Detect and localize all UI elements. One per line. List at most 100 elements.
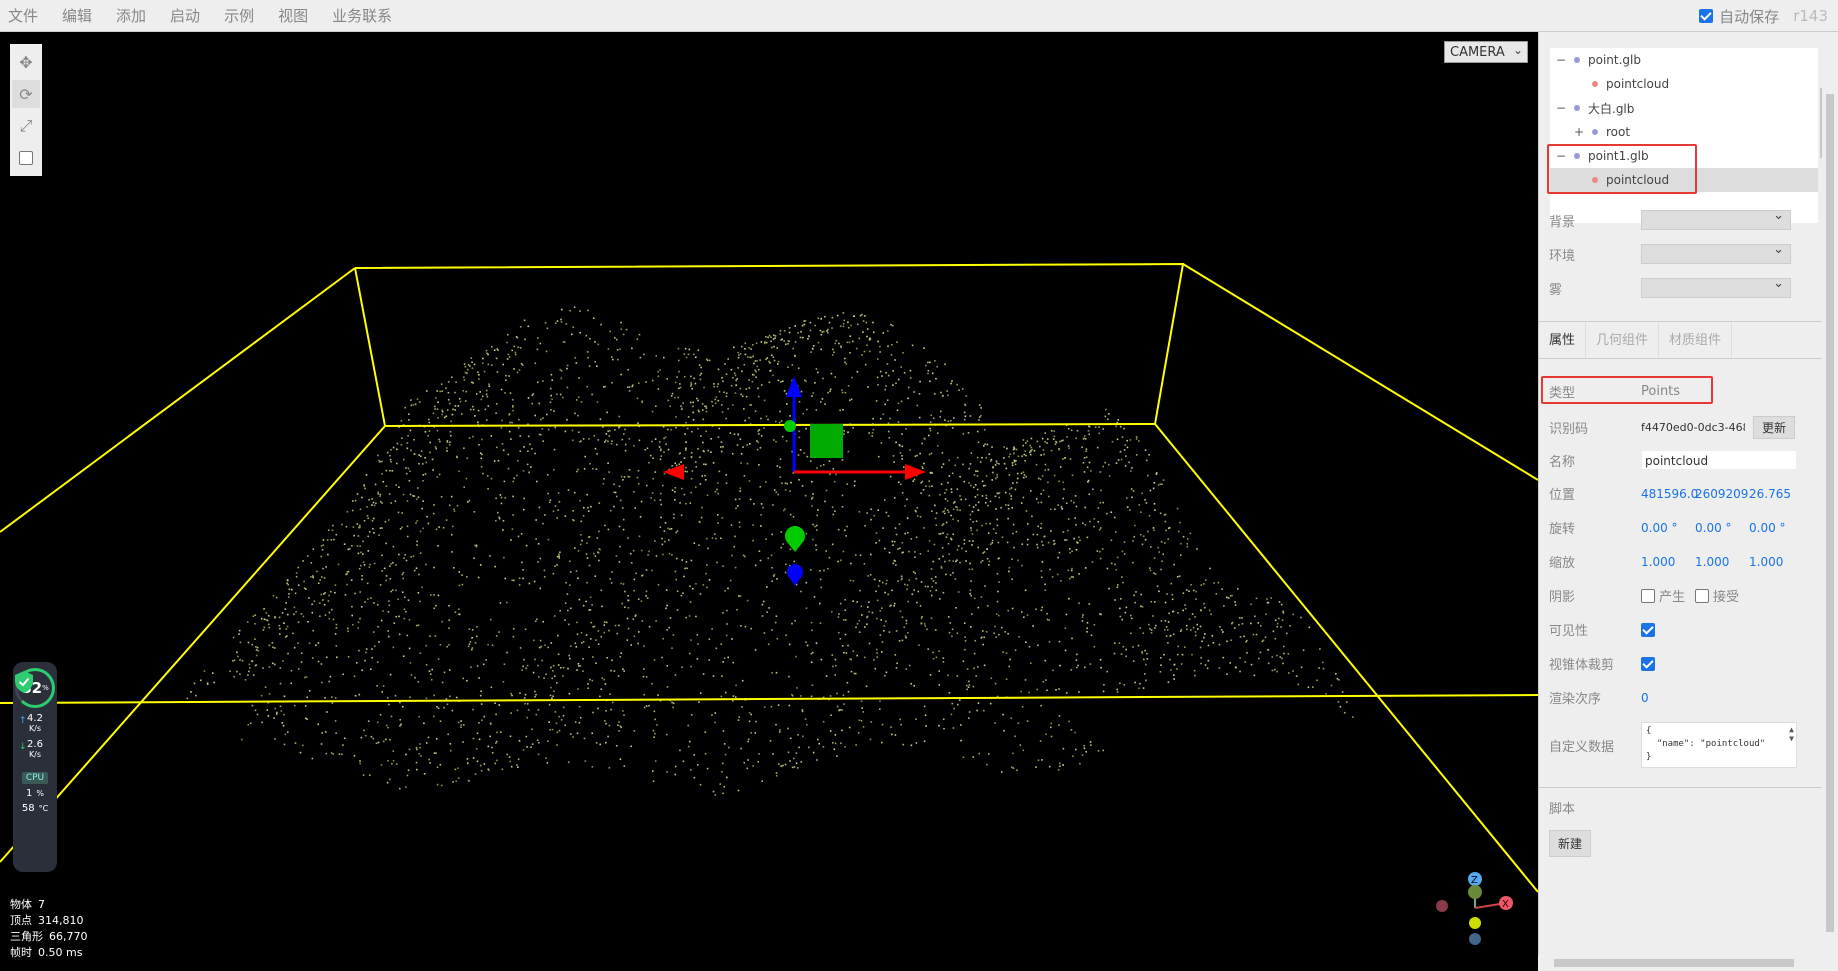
cast-shadow-checkbox[interactable] [1641,588,1655,603]
cpu-label: CPU [21,772,49,784]
autosave-checkbox[interactable] [1699,9,1714,23]
background-select[interactable] [1641,208,1791,230]
position-x[interactable]: 481596.0 [1641,487,1698,501]
move-icon[interactable]: ✥ [12,48,40,76]
scale-z[interactable]: 1.000 [1749,555,1803,569]
uuid-renew-button[interactable]: 更新 [1753,416,1796,439]
uuid-value: f4470ed0-0dc3-468 [1641,421,1745,434]
cpu-usage: 1% [26,788,44,799]
collapse-icon[interactable]: − [1554,101,1568,115]
highlight-box-type [1541,376,1713,404]
outliner-item-label: 大白.glb [1588,101,1635,116]
outliner-item-label: pointcloud [1606,77,1670,91]
properties-tabs: 属性 几何组件 材质组件 [1539,321,1838,359]
cpu-temperature: 58 °C [21,803,49,814]
cast-shadow-label: 产生 [1659,590,1686,605]
highlight-box-outliner [1547,144,1697,194]
tab-material[interactable]: 材质组件 [1659,322,1733,358]
fog-row: 雾 [1549,276,1791,298]
visible-row: 可见性 [1549,620,1655,639]
version-label: r143 [1793,7,1828,25]
object-dot-icon [1592,129,1598,135]
scale-icon[interactable]: ⤢ [12,112,40,140]
info-objects: 物体 7 [10,898,45,911]
position-row: 位置 481596.0 2609209. 26.765 [1549,484,1803,504]
environment-row: 环境 [1549,242,1791,264]
fog-select[interactable] [1641,276,1791,298]
system-monitor-widget: 82% ↑ 4.2 K/s ↓ 2.6 K/s CPU 1% 58 °C [13,662,57,872]
userdata-row: 自定义数据 { "name": "pointcloud" } ▲ ▼ [1549,722,1797,768]
script-label: 脚本 [1549,802,1576,817]
expand-icon[interactable]: + [1572,125,1586,139]
camera-select-value: CAMERA [1450,44,1505,60]
outliner-item-label: root [1606,125,1631,139]
receive-shadow-checkbox[interactable] [1695,588,1710,603]
menu-examples[interactable]: 示例 [212,0,266,32]
axis-helper-z-label: Z [1471,875,1478,886]
object-dot-icon [1592,81,1598,87]
info-frametime: 帧时 0.50 ms [10,946,83,959]
shield-icon [15,671,33,693]
frustum-culled-checkbox[interactable] [1641,656,1655,671]
gizmo-y-handle-top [784,420,796,432]
collapse-icon[interactable]: − [1554,53,1568,67]
camera-select[interactable]: CAMERA ⌄ [1444,41,1528,63]
menu-file[interactable]: 文件 [0,0,50,32]
bounding-box [0,262,1538,893]
outliner-item[interactable]: + root [1550,120,1818,144]
bbox-right-back-edge [1182,263,1538,481]
name-input[interactable]: pointcloud [1641,450,1797,470]
scale-row: 缩放 1.000 1.000 1.000 [1549,552,1803,572]
render-order-value[interactable]: 0 [1641,691,1649,705]
local-space-checkbox[interactable] [12,144,40,172]
script-section: 脚本 新建 [1539,787,1838,857]
menu-business-contact[interactable]: 业务联系 [320,0,404,32]
tab-properties[interactable]: 属性 [1539,322,1587,358]
gizmo-z-handle-bottom [787,564,803,586]
rotation-z[interactable]: 0.00 ° [1749,521,1803,535]
object-dot-icon [1574,105,1580,111]
upload-speed: ↑ 4.2 K/s [19,713,43,734]
background-row: 背景 [1549,208,1791,230]
rotation-y[interactable]: 0.00 ° [1695,521,1749,535]
scale-y[interactable]: 1.000 [1695,555,1749,569]
outliner-item[interactable]: − point.glb [1550,48,1818,72]
menu-add[interactable]: 添加 [104,0,158,32]
environment-select[interactable] [1641,242,1791,264]
outliner-item[interactable]: pointcloud [1550,72,1818,96]
sidebar-horizontal-scrollbar[interactable] [1538,955,1824,971]
menu-edit[interactable]: 编辑 [50,0,104,32]
3d-viewport[interactable]: Z X ✥ ⟳ ⤢ CAMERA ⌄ 82% ↑ 4.2 K/s ↓ 2.6 K/s C… [0,32,1538,971]
tab-geometry[interactable]: 几何组件 [1586,322,1660,358]
rotation-x[interactable]: 0.00 ° [1641,521,1695,535]
bbox-right-front-edge [1154,423,1538,893]
outliner-item[interactable]: − 大白.glb [1550,96,1818,120]
axis-helper-x-label: X [1502,899,1509,910]
visible-checkbox[interactable] [1641,622,1655,637]
new-script-button[interactable]: 新建 [1549,830,1592,857]
rotate-icon[interactable]: ⟳ [12,80,40,108]
download-speed: ↓ 2.6 K/s [19,739,43,760]
frustum-culled-row: 视锥体裁剪 [1549,654,1655,673]
shadow-row: 阴影 产生 接受 [1549,586,1739,605]
info-triangles: 三角形 66,770 [10,930,88,943]
gizmo-x-arrow-neg [663,464,684,480]
menubar-right: 自动保存 r143 [1699,0,1828,32]
scene-outliner[interactable]: − point.glb pointcloud − 大白.glb + root − point1.… [1550,48,1818,223]
menu-play[interactable]: 启动 [158,0,212,32]
userdata-textarea[interactable]: { "name": "pointcloud" } ▲ ▼ [1641,722,1797,768]
bbox-left-front-edge [0,425,386,863]
axis-helper: Z X [1436,872,1513,945]
outliner-item-label: point.glb [1588,53,1641,67]
bbox-top-edges [354,262,1185,428]
transform-gizmo[interactable] [663,376,926,586]
menu-view[interactable]: 视图 [266,0,320,32]
position-z[interactable]: 26.765 [1749,487,1803,501]
menubar: 文件 编辑 添加 启动 示例 视图 业务联系 自动保存 r143 [0,0,1838,32]
gizmo-z-arrow [786,376,802,397]
position-y[interactable]: 2609209. [1695,487,1752,501]
rotation-row: 旋转 0.00 ° 0.00 ° 0.00 ° [1549,518,1803,538]
sidebar-scrollbar[interactable] [1822,32,1838,971]
scale-x[interactable]: 1.000 [1641,555,1695,569]
scene-canvas[interactable]: Z X [0,32,1538,971]
